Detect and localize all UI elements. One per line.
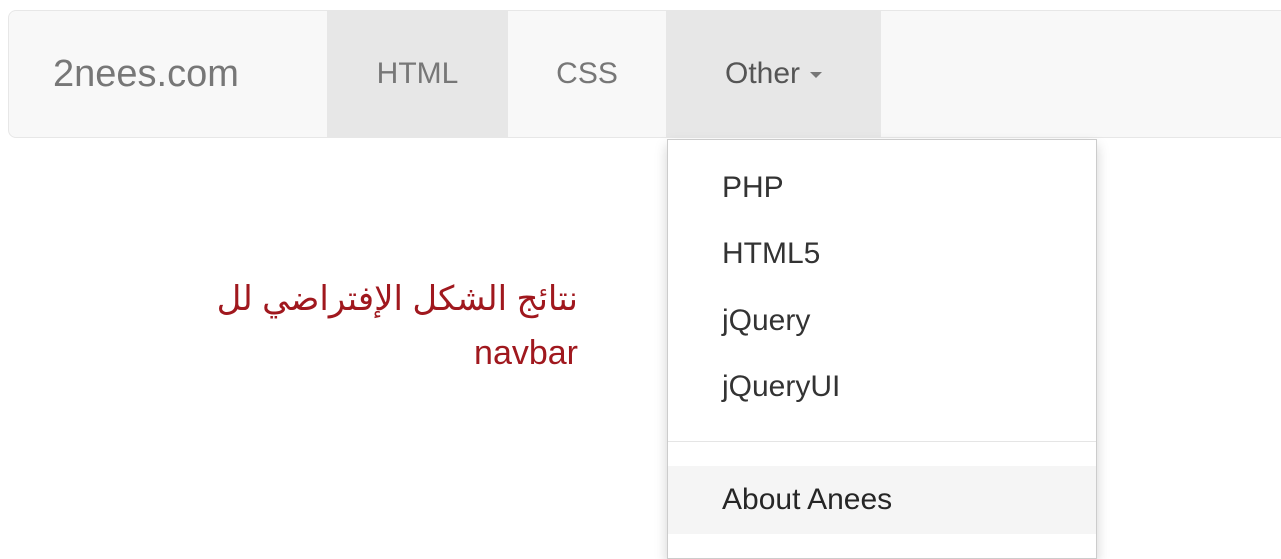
dropdown-item-jqueryui[interactable]: jQueryUI (668, 367, 1096, 407)
nav-item-css[interactable]: CSS (508, 11, 666, 137)
dropdown-item-php[interactable]: PHP (668, 168, 1096, 208)
nav-item-label: HTML (376, 57, 459, 90)
caption-line-2: navbar (474, 334, 578, 372)
caret-down-icon (810, 72, 823, 79)
caption-line-1: نتائج الشكل الإفتراضي لل (216, 280, 578, 318)
dropdown-item-html5[interactable]: HTML5 (668, 234, 1096, 274)
dropdown-item-about[interactable]: About Anees (668, 466, 1096, 534)
dropdown-menu: PHP HTML5 jQuery jQueryUI About Anees (667, 139, 1097, 559)
dropdown-divider (668, 441, 1096, 442)
nav-item-label: Other (724, 57, 801, 90)
caption-text: نتائج الشكل الإفتراضي لل navbar (130, 272, 578, 380)
nav-item-html[interactable]: HTML (327, 11, 508, 137)
nav-item-label: CSS (556, 57, 618, 90)
nav-item-other-dropdown[interactable]: Other (666, 11, 881, 137)
navbar-brand[interactable]: 2nees.com (9, 11, 327, 137)
dropdown-item-jquery[interactable]: jQuery (668, 301, 1096, 341)
navbar: 2nees.com HTML CSS Other (8, 10, 1281, 138)
